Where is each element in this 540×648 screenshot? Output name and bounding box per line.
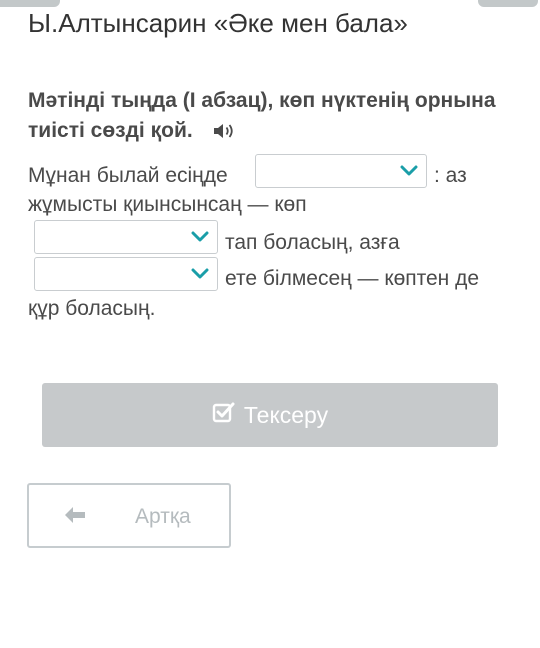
chevron-down-icon — [191, 231, 209, 242]
check-button-label: Тексеру — [243, 401, 329, 428]
answer-dropdown-2[interactable] — [34, 220, 218, 254]
chevron-down-icon — [400, 165, 418, 176]
task-instruction-text: Мәтінді тыңда (I абзац), көп нүктенің ор… — [28, 89, 496, 142]
back-button[interactable]: Артқа — [27, 483, 231, 548]
check-button[interactable]: Тексеру — [42, 383, 498, 447]
arrow-left-icon — [63, 505, 87, 531]
top-bar-right-edge — [478, 0, 538, 7]
passage-text-1: Мұнан былай есіңде — [28, 164, 228, 187]
passage-text-6: құр боласың. — [28, 297, 156, 320]
lesson-title: Ы.Алтынсарин «Әке мен бала» — [28, 8, 408, 38]
check-square-icon — [212, 401, 236, 429]
passage-text-5: ете білмесең — көптен де — [225, 267, 480, 290]
top-bar-left-edge — [0, 0, 60, 7]
answer-dropdown-3[interactable] — [34, 257, 218, 291]
back-button-label: Артқа — [135, 505, 191, 528]
passage-text-3: жұмысты қиынсынсаң — көп — [28, 193, 307, 216]
answer-dropdown-1[interactable] — [255, 154, 427, 188]
chevron-down-icon — [191, 268, 209, 279]
task-instruction: Мәтінді тыңда (I абзац), көп нүктенің ор… — [28, 86, 508, 149]
passage-text-4: тап боласың, азға — [225, 231, 400, 254]
speaker-icon[interactable] — [213, 119, 237, 149]
passage-text-2: : аз — [434, 164, 467, 187]
